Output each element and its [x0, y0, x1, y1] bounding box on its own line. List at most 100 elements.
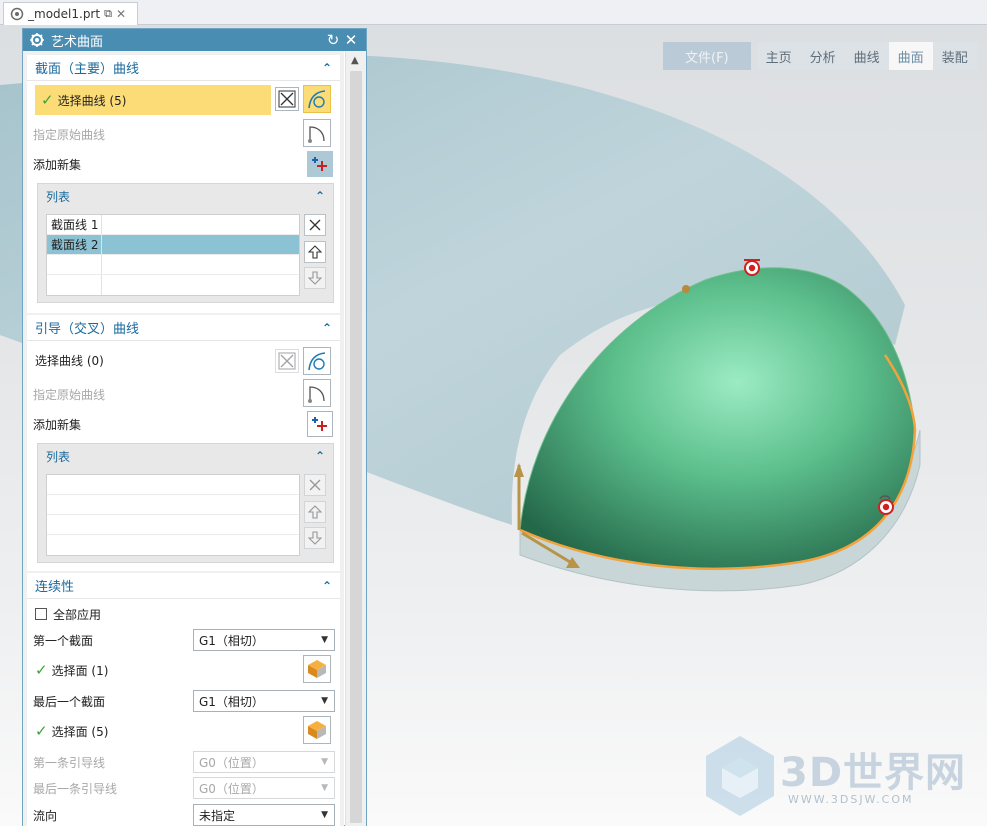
ribbon-tab-home[interactable]: 主页: [756, 42, 801, 70]
scrollbar-thumb[interactable]: [350, 71, 362, 823]
chevron-down-icon: ▼: [321, 783, 328, 793]
last-section-select[interactable]: G1（相切） ▼: [193, 690, 335, 712]
specify-origin-curve-button[interactable]: [303, 119, 331, 147]
continuity-header[interactable]: 连续性 ⌃: [27, 573, 340, 599]
list-item[interactable]: 截面线 1: [47, 215, 299, 235]
guide-specify-origin-label: 指定原始曲线: [33, 387, 106, 402]
dialog-scrollbar[interactable]: ▲: [345, 51, 366, 826]
watermark-cube-logo: [706, 736, 774, 816]
guide-add-new-set-button[interactable]: [307, 411, 333, 437]
dialog-titlebar: 艺术曲面 ↻ ✕: [23, 29, 366, 51]
collapse-chevron-icon[interactable]: ⌃: [322, 321, 332, 335]
gear-icon: [30, 33, 44, 47]
section-list-title: 列表: [46, 189, 71, 204]
curve-rule-icon: [308, 352, 326, 371]
add-set-icon: [312, 417, 327, 431]
last-face-button[interactable]: [303, 716, 331, 744]
section-list-header[interactable]: 列表 ⌃: [38, 184, 333, 208]
pin-icon[interactable]: ⧉: [104, 7, 112, 21]
ribbon-tab-assembly[interactable]: 装配: [932, 42, 977, 70]
guide-curves-group: 引导（交叉）曲线 ⌃ 选择曲线 (0) 指定原始曲线 添加新集 列表 ⌃: [27, 315, 340, 571]
deselect-icon: [278, 352, 296, 370]
ribbon-tab-analysis[interactable]: 分析: [800, 42, 845, 70]
last-face-label: 选择面 (5): [51, 724, 109, 739]
last-guide-select[interactable]: G0（位置） ▼: [193, 777, 335, 799]
last-face-select[interactable]: ✓ 选择面 (5): [35, 718, 108, 744]
collapse-chevron-icon[interactable]: ⌃: [322, 61, 332, 75]
origin-curve-icon: [308, 126, 325, 143]
chevron-down-icon: ▼: [321, 635, 328, 645]
ribbon-tab-curve[interactable]: 曲线: [844, 42, 889, 70]
list-item-empty: [47, 475, 299, 495]
close-tab-icon[interactable]: ✕: [116, 7, 126, 21]
list-item-empty: [47, 255, 299, 275]
face-icon: [308, 660, 326, 678]
list-item-selected[interactable]: 截面线 2: [47, 235, 299, 255]
first-face-select[interactable]: ✓ 选择面 (1): [35, 657, 108, 683]
flow-select[interactable]: 未指定 ▼: [193, 804, 335, 826]
remove-list-item-button[interactable]: [304, 214, 326, 236]
last-guide-label: 最后一条引导线: [33, 781, 118, 796]
deselect-curves-button[interactable]: [275, 87, 299, 111]
apply-all-checkbox[interactable]: 全部应用: [35, 601, 101, 627]
origin-curve-icon: [308, 386, 325, 403]
list-item-empty: [47, 495, 299, 515]
guide-curve-rule-button[interactable]: [303, 347, 331, 375]
document-tab[interactable]: _model1.prt ⧉ ✕: [3, 2, 138, 25]
chevron-down-icon: ▼: [321, 696, 328, 706]
ribbon-tab-file[interactable]: 文件(F): [663, 42, 751, 70]
move-down-button[interactable]: [304, 267, 326, 289]
guide-curves-title: 引导（交叉）曲线: [35, 322, 140, 337]
dialog-content: 截面（主要）曲线 ⌃ ✓ 选择曲线 (5) 指定原始曲线 添加新集 列表 ⌃ 截…: [23, 51, 344, 826]
first-guide-select[interactable]: G0（位置） ▼: [193, 751, 335, 773]
guide-add-new-set-label: 添加新集: [33, 417, 82, 432]
collapse-chevron-icon[interactable]: ⌃: [315, 449, 325, 463]
guide-list-table: [46, 474, 300, 556]
move-down-button[interactable]: [304, 527, 326, 549]
guide-list-title: 列表: [46, 449, 71, 464]
first-section-select[interactable]: G1（相切） ▼: [193, 629, 335, 651]
deselect-guide-curves-button[interactable]: [275, 349, 299, 373]
first-guide-value: G0（位置）: [199, 755, 264, 770]
first-section-value: G1（相切）: [199, 633, 264, 648]
watermark-url: WWW.3DSJW.COM: [788, 793, 914, 806]
apply-all-label: 全部应用: [53, 607, 102, 622]
last-section-label: 最后一个截面: [33, 694, 106, 709]
reset-icon[interactable]: ↻: [324, 31, 342, 49]
select-guide-curves-label[interactable]: 选择曲线 (0): [35, 347, 104, 373]
guide-specify-origin-button[interactable]: [303, 379, 331, 407]
guide-curves-header[interactable]: 引导（交叉）曲线 ⌃: [27, 315, 340, 341]
add-new-set-button[interactable]: [307, 151, 333, 177]
move-up-button[interactable]: [304, 241, 326, 263]
first-face-button[interactable]: [303, 655, 331, 683]
section-curves-title: 截面（主要）曲线: [35, 62, 140, 77]
remove-list-item-button[interactable]: [304, 474, 326, 496]
list-item-label: 截面线 2: [47, 235, 102, 254]
first-face-label: 选择面 (1): [51, 663, 109, 678]
chevron-down-icon: ▼: [321, 810, 328, 820]
select-section-curves-label: 选择曲线 (5): [57, 93, 127, 108]
select-section-curves[interactable]: ✓ 选择曲线 (5): [35, 85, 271, 115]
continuity-group: 连续性 ⌃ 全部应用 第一个截面 G1（相切） ▼ ✓ 选择面 (1) 最后一个截…: [27, 573, 340, 826]
close-dialog-icon[interactable]: ✕: [342, 31, 360, 49]
check-icon: ✓: [41, 91, 54, 109]
check-icon: ✓: [35, 661, 48, 679]
dialog-title: 艺术曲面: [51, 34, 104, 50]
section-curves-header[interactable]: 截面（主要）曲线 ⌃: [27, 55, 340, 81]
watermark: 3D世界网 WWW.3DSJW.COM: [700, 730, 970, 826]
curve-rule-button[interactable]: [303, 85, 331, 113]
remove-icon: [309, 479, 321, 491]
move-up-button[interactable]: [304, 501, 326, 523]
guide-curves-list: 列表 ⌃: [37, 443, 334, 563]
scroll-up-icon[interactable]: ▲: [351, 55, 359, 66]
remove-icon: [309, 219, 321, 231]
nx-app-icon: [10, 7, 24, 21]
ribbon-tab-surface[interactable]: 曲面: [888, 42, 933, 70]
chevron-down-icon: ▼: [321, 757, 328, 767]
last-guide-value: G0（位置）: [199, 781, 264, 796]
collapse-chevron-icon[interactable]: ⌃: [315, 189, 325, 203]
guide-list-header[interactable]: 列表 ⌃: [38, 444, 333, 468]
specify-origin-curve-label: 指定原始曲线: [33, 127, 106, 142]
checkbox-box[interactable]: [35, 608, 47, 620]
collapse-chevron-icon[interactable]: ⌃: [322, 579, 332, 593]
